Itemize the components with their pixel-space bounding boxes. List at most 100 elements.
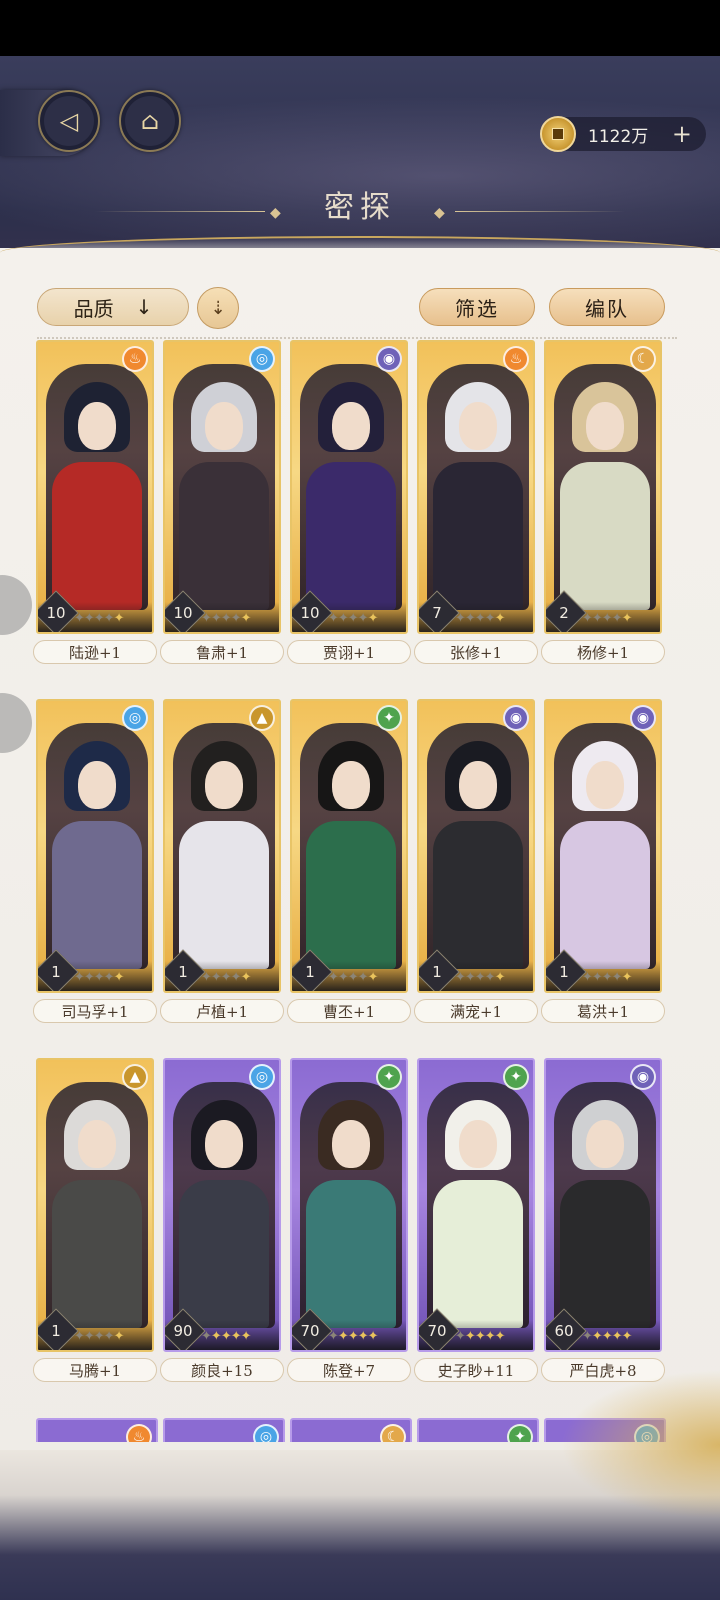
coin-icon: [540, 116, 576, 152]
character-card[interactable]: 70 ✦✦✦✦✦ ✦: [290, 1058, 408, 1352]
character-card[interactable]: 1 ✦✦✦✦✦ ◎: [36, 699, 154, 993]
title-ornament-right-icon: ◆: [434, 205, 445, 221]
pavilion-icon: ⌂: [140, 107, 160, 135]
level-value: 10: [173, 604, 193, 622]
level-value: 1: [432, 963, 442, 981]
team-button[interactable]: 编队: [549, 288, 665, 326]
character-name: 鲁肃+1: [160, 640, 284, 664]
character-card[interactable]: 1 ✦✦✦✦✦ ◉: [417, 699, 535, 993]
star-rating: ✦✦✦✦✦: [74, 1329, 124, 1344]
character-card-partial[interactable]: ♨: [36, 1418, 158, 1442]
level-value: 1: [305, 963, 315, 981]
character-name: 马腾+1: [33, 1358, 157, 1382]
character-name: 杨修+1: [541, 640, 665, 664]
level-value: 1: [178, 963, 188, 981]
character-portrait: [173, 1082, 275, 1328]
character-portrait: [300, 1082, 402, 1328]
back-button[interactable]: ◁: [38, 90, 100, 152]
star-rating: ✦✦✦✦✦: [201, 970, 251, 985]
character-name: 司马孚+1: [33, 999, 157, 1023]
moon-element-icon: ☾: [380, 1424, 406, 1442]
sort-order-button[interactable]: ⇣: [197, 287, 239, 329]
character-portrait: [427, 1082, 529, 1328]
character-name: 卢植+1: [160, 999, 284, 1023]
wind-element-icon: ✦: [507, 1424, 533, 1442]
character-portrait: [46, 1082, 148, 1328]
title-divider-left: [95, 211, 265, 212]
character-card-partial[interactable]: ✦: [417, 1418, 539, 1442]
character-portrait: [300, 364, 402, 610]
star-rating: ✦✦✦✦✦: [201, 611, 251, 626]
chevron-down-icon: ⇣: [210, 297, 226, 319]
sort-arrow-icon: ↓: [135, 295, 153, 319]
water-element-icon: ◎: [122, 705, 148, 731]
character-portrait: [300, 723, 402, 969]
bottom-gold-swirl: [560, 1370, 720, 1520]
shadow-element-icon: ◉: [503, 705, 529, 731]
sort-button[interactable]: 品质 ↓: [37, 288, 189, 326]
add-currency-button[interactable]: +: [672, 122, 692, 146]
wind-element-icon: ✦: [376, 705, 402, 731]
character-card[interactable]: 10 ✦✦✦✦✦ ◎: [163, 340, 281, 634]
character-name: 史子眇+11: [414, 1358, 538, 1382]
star-rating: ✦✦✦✦✦: [328, 1329, 379, 1344]
fire-element-icon: ♨: [122, 346, 148, 372]
character-card-partial[interactable]: ◎: [163, 1418, 285, 1442]
character-name: 颜良+15: [160, 1358, 284, 1382]
star-rating: ✦✦✦✦✦: [455, 1329, 506, 1344]
star-rating: ✦✦✦✦✦: [582, 970, 632, 985]
home-button[interactable]: ⌂: [119, 90, 181, 152]
fire-element-icon: ♨: [503, 346, 529, 372]
title-divider-right: [455, 211, 625, 212]
shadow-element-icon: ◉: [630, 705, 656, 731]
sort-label: 品质: [73, 296, 114, 321]
level-value: 1: [51, 963, 61, 981]
character-name: 陆逊+1: [33, 640, 157, 664]
character-portrait: [554, 364, 656, 610]
character-card[interactable]: 70 ✦✦✦✦✦ ✦: [417, 1058, 535, 1352]
character-card[interactable]: 60 ✦✦✦✦✦ ◉: [544, 1058, 662, 1352]
character-card[interactable]: 7 ✦✦✦✦✦ ♨: [417, 340, 535, 634]
character-card[interactable]: 10 ✦✦✦✦✦ ♨: [36, 340, 154, 634]
character-card[interactable]: 2 ✦✦✦✦✦ ☾: [544, 340, 662, 634]
level-value: 2: [559, 604, 569, 622]
character-portrait: [427, 723, 529, 969]
character-card[interactable]: 1 ✦✦✦✦✦ ✦: [290, 699, 408, 993]
character-portrait: [427, 364, 529, 610]
level-value: 60: [554, 1322, 574, 1340]
shadow-element-icon: ◉: [630, 1064, 656, 1090]
earth-element-icon: ▲: [249, 705, 275, 731]
character-card-partial[interactable]: ☾: [290, 1418, 412, 1442]
earth-element-icon: ▲: [122, 1064, 148, 1090]
wind-element-icon: ✦: [503, 1064, 529, 1090]
star-rating: ✦✦✦✦✦: [328, 611, 378, 626]
level-value: 1: [559, 963, 569, 981]
character-name: 葛洪+1: [541, 999, 665, 1023]
water-element-icon: ◎: [253, 1424, 279, 1442]
character-card[interactable]: 90 ✦✦✦✦✦ ◎: [163, 1058, 281, 1352]
title-ornament-left-icon: ◆: [270, 205, 281, 221]
character-portrait: [554, 723, 656, 969]
level-value: 70: [427, 1322, 447, 1340]
level-value: 10: [300, 604, 320, 622]
character-portrait: [46, 723, 148, 969]
character-name: 曹丕+1: [287, 999, 411, 1023]
character-card[interactable]: 10 ✦✦✦✦✦ ◉: [290, 340, 408, 634]
page-title: 密探: [324, 190, 396, 225]
character-portrait: [46, 364, 148, 610]
wind-element-icon: ✦: [376, 1064, 402, 1090]
star-rating: ✦✦✦✦✦: [455, 611, 505, 626]
status-bar: [0, 0, 720, 56]
character-card[interactable]: 1 ✦✦✦✦✦ ▲: [163, 699, 281, 993]
character-card[interactable]: 1 ✦✦✦✦✦ ◉: [544, 699, 662, 993]
character-portrait: [554, 1082, 656, 1328]
character-portrait: [173, 364, 275, 610]
level-value: 70: [300, 1322, 320, 1340]
shadow-element-icon: ◉: [376, 346, 402, 372]
star-rating: ✦✦✦✦✦: [74, 611, 124, 626]
character-portrait: [173, 723, 275, 969]
currency-display: 1122万 +: [540, 116, 706, 152]
filter-button[interactable]: 筛选: [419, 288, 535, 326]
currency-value: 1122万: [588, 126, 649, 147]
character-card[interactable]: 1 ✦✦✦✦✦ ▲: [36, 1058, 154, 1352]
